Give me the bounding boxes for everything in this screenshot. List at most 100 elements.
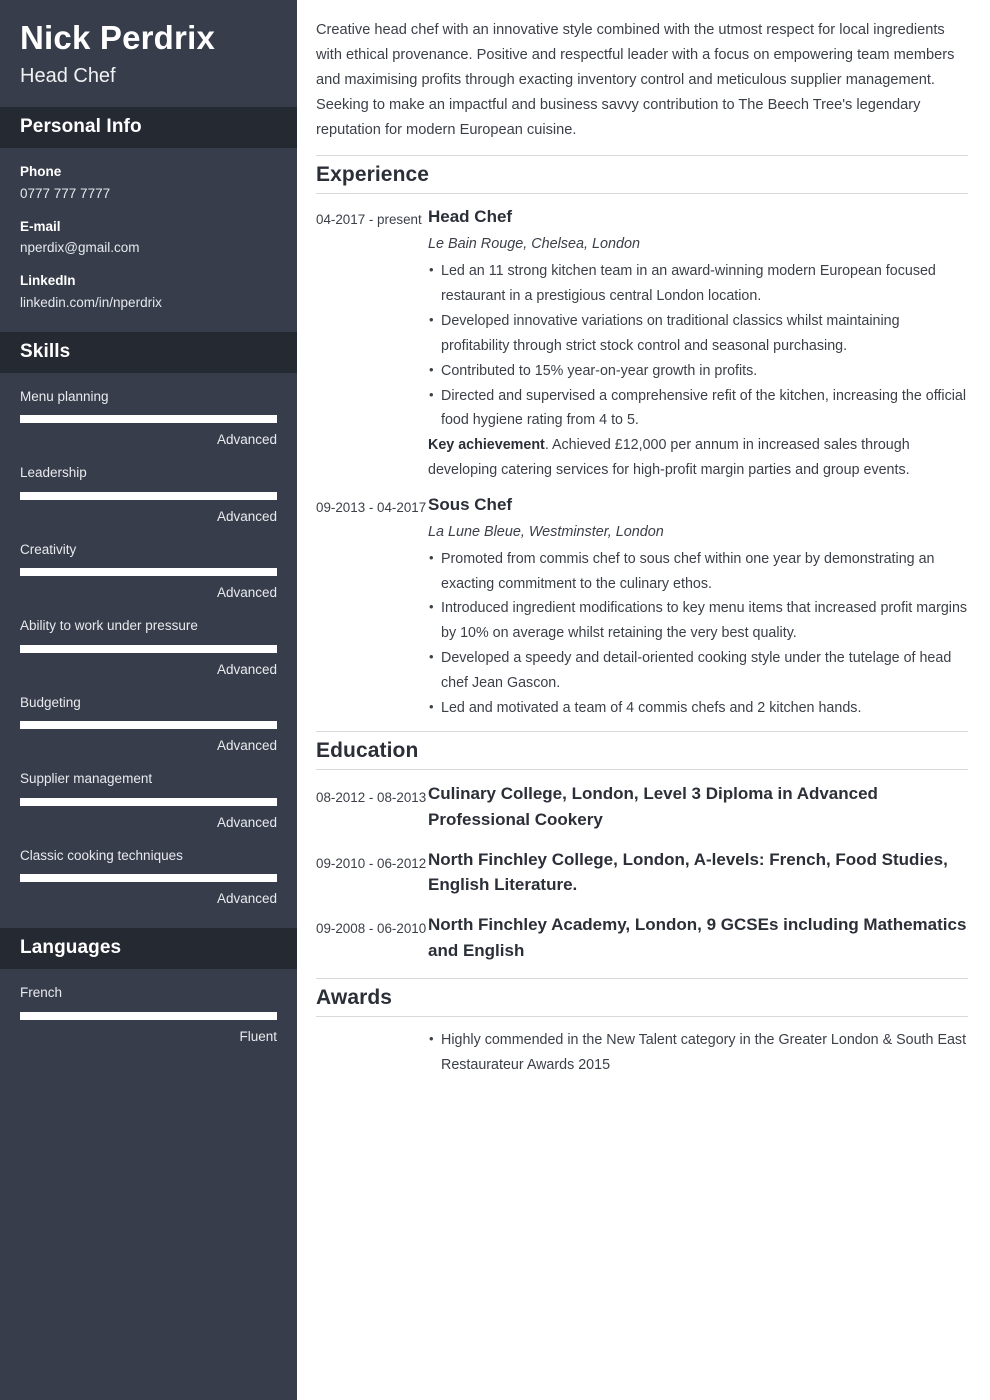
experience-entry: 04-2017 - present Head Chef Le Bain Roug…	[316, 205, 968, 483]
skill-name: Supplier management	[20, 771, 153, 787]
skills-heading-band: Skills	[0, 331, 297, 373]
skill-bar-fill	[20, 644, 277, 653]
experience-section: Experience 04-2017 - present Head Chef L…	[316, 155, 968, 720]
contact-value[interactable]: nperdix@gmail.com	[20, 238, 277, 258]
skill-level-label: Advanced	[216, 432, 277, 447]
contact-item-phone: Phone 0777 777 7777	[20, 162, 277, 204]
skill-bar-track	[20, 644, 277, 653]
resume-page: Nick Perdrix Head Chef Personal Info Pho…	[0, 0, 990, 1400]
contact-label: Phone	[20, 164, 62, 180]
skill-bar-track	[20, 797, 277, 806]
languages-list: French Fluent	[0, 969, 297, 1066]
language-row: French Fluent	[20, 983, 277, 1047]
experience-heading: Experience	[316, 163, 430, 187]
awards-section: Awards Highly commended in the New Talen…	[316, 977, 968, 1078]
experience-bullets: Led an 11 strong kitchen team in an awar…	[428, 259, 968, 433]
experience-employer: La Lune Bleue, Westminster, London	[428, 523, 664, 540]
skill-row: Leadership Advanced	[20, 463, 277, 527]
education-entry: 08-2012 - 08-2013 Culinary College, Lond…	[316, 781, 968, 833]
education-date: 08-2012 - 08-2013	[316, 789, 427, 805]
experience-date: 09-2013 - 04-2017	[316, 500, 427, 516]
skill-bar-fill	[20, 874, 277, 882]
education-title: Culinary College, London, Level 3 Diplom…	[428, 783, 878, 829]
awards-heading: Awards	[316, 985, 393, 1009]
experience-body: Sous Chef La Lune Bleue, Westminster, Lo…	[428, 493, 968, 721]
skill-level-label: Advanced	[216, 891, 277, 906]
personal-info-heading-band: Personal Info	[0, 107, 297, 149]
main-content: Creative head chef with an innovative st…	[297, 0, 990, 1400]
experience-bullets: Promoted from commis chef to sous chef w…	[428, 547, 968, 721]
list-item: Contributed to 15% year-on-year growth i…	[428, 359, 968, 384]
experience-date: 04-2017 - present	[316, 212, 422, 228]
skill-name: Creativity	[20, 541, 77, 557]
skill-row: Supplier management Advanced	[20, 769, 277, 833]
contact-item-linkedin: LinkedIn linkedin.com/in/nperdrix	[20, 271, 277, 313]
experience-heading-row: Experience	[316, 155, 968, 195]
skill-row: Classic cooking techniques Advanced	[20, 846, 277, 910]
skills-heading: Skills	[20, 340, 71, 362]
education-entry: 09-2010 - 06-2012 North Finchley College…	[316, 847, 968, 899]
awards-body: Highly commended in the New Talent categ…	[428, 1028, 968, 1078]
list-item: Developed innovative variations on tradi…	[428, 309, 968, 359]
skill-level-label: Advanced	[216, 814, 277, 830]
name-block: Nick Perdrix Head Chef	[0, 0, 297, 108]
candidate-job-title: Head Chef	[20, 65, 116, 88]
sidebar: Nick Perdrix Head Chef Personal Info Pho…	[0, 0, 297, 1400]
contact-label: LinkedIn	[20, 273, 76, 289]
key-achievement: Key achievement. Achieved £12,000 per an…	[428, 433, 968, 483]
skills-list: Menu planning Advanced Leadership Advanc…	[0, 373, 297, 929]
language-name: French	[20, 985, 63, 1001]
skill-level-label: Advanced	[216, 661, 277, 677]
experience-entry: 09-2013 - 04-2017 Sous Chef La Lune Bleu…	[316, 493, 968, 721]
key-achievement-label: Key achievement	[428, 437, 545, 454]
skill-row: Budgeting Advanced	[20, 693, 277, 757]
list-item: Promoted from commis chef to sous chef w…	[428, 547, 968, 597]
list-item: Directed and supervised a comprehensive …	[428, 384, 968, 434]
skill-bar-track	[20, 568, 277, 576]
education-heading: Education	[316, 738, 419, 762]
personal-info-heading: Personal Info	[20, 116, 142, 138]
contact-value[interactable]: 0777 777 7777	[20, 184, 277, 204]
language-bar-fill	[20, 1011, 277, 1020]
awards-heading-row: Awards	[316, 977, 968, 1017]
education-entry: 09-2008 - 06-2010 North Finchley Academy…	[316, 912, 968, 964]
personal-info-list: Phone 0777 777 7777 E-mail nperdix@gmail…	[0, 148, 297, 332]
list-item: Highly commended in the New Talent categ…	[428, 1028, 968, 1078]
skill-level-label: Advanced	[216, 508, 277, 524]
skill-bar-fill	[20, 721, 277, 729]
skill-row: Menu planning Advanced	[20, 387, 277, 451]
awards-bullets: Highly commended in the New Talent categ…	[428, 1028, 968, 1078]
languages-heading: Languages	[20, 937, 122, 959]
skill-bar-track	[20, 721, 277, 729]
skill-bar-fill	[20, 568, 277, 576]
skill-bar-fill	[20, 491, 277, 500]
language-level-label: Fluent	[239, 1028, 277, 1044]
awards-entry: Highly commended in the New Talent categ…	[316, 1028, 968, 1078]
experience-body: Head Chef Le Bain Rouge, Chelsea, London…	[428, 205, 968, 483]
education-title: North Finchley Academy, London, 9 GCSEs …	[428, 915, 967, 960]
skill-level-label: Advanced	[216, 585, 277, 600]
experience-job-title: Sous Chef	[428, 495, 513, 515]
contact-value[interactable]: linkedin.com/in/nperdrix	[20, 293, 277, 313]
skill-bar-track	[20, 491, 277, 500]
skill-bar-fill	[20, 415, 277, 423]
list-item: Led an 11 strong kitchen team in an awar…	[428, 259, 968, 309]
skill-bar-track	[20, 874, 277, 882]
skill-level-label: Advanced	[216, 738, 277, 753]
skill-bar-fill	[20, 797, 277, 806]
education-heading-row: Education	[316, 730, 968, 770]
skill-name: Ability to work under pressure	[20, 618, 198, 634]
contact-item-email: E-mail nperdix@gmail.com	[20, 217, 277, 259]
candidate-name: Nick Perdrix	[20, 19, 216, 56]
contact-label: E-mail	[20, 218, 61, 234]
experience-employer: Le Bain Rouge, Chelsea, London	[428, 236, 641, 253]
skill-name: Leadership	[20, 465, 87, 481]
list-item: Developed a speedy and detail-oriented c…	[428, 646, 968, 696]
list-item: Led and motivated a team of 4 commis che…	[428, 696, 968, 721]
languages-heading-band: Languages	[0, 928, 297, 970]
language-bar-track	[20, 1011, 277, 1020]
skill-name: Budgeting	[20, 694, 81, 710]
experience-job-title: Head Chef	[428, 207, 513, 227]
skill-row: Creativity Advanced	[20, 540, 277, 604]
skill-name: Menu planning	[20, 388, 109, 404]
